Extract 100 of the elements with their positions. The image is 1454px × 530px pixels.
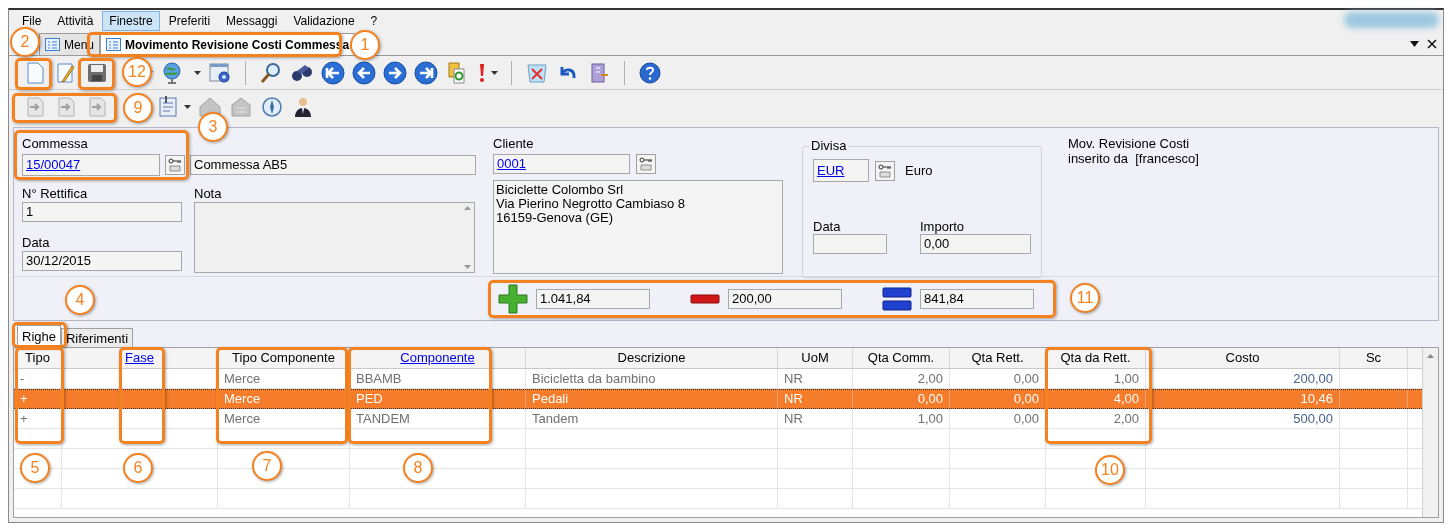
- table-cell-text: +: [20, 409, 28, 428]
- table-cell-text: NR: [784, 409, 803, 428]
- column-header[interactable]: Costo: [1146, 348, 1340, 368]
- table-cell-text: Bicicletta da bambino: [532, 369, 656, 388]
- column-header[interactable]: Sc: [1340, 348, 1408, 368]
- key-icon: [639, 157, 653, 171]
- currency-date-field[interactable]: [813, 234, 887, 254]
- description-field[interactable]: Commessa AB5: [190, 155, 476, 175]
- plus-icon: [498, 283, 528, 314]
- currency-field[interactable]: EUR: [813, 159, 869, 182]
- lookup-button[interactable]: [165, 155, 185, 175]
- total-field[interactable]: 200,00: [728, 288, 842, 309]
- key-icon: [878, 163, 892, 178]
- field-label: Commessa: [22, 136, 89, 152]
- address-line: Via Pierino Negrotto Cambiaso 8: [496, 197, 687, 211]
- previous-icon[interactable]: [352, 60, 376, 85]
- info-text: inserito da [francesco]: [1068, 151, 1199, 166]
- close-icon[interactable]: [1427, 39, 1437, 49]
- caret-icon[interactable]: [491, 70, 498, 75]
- table-cell-text: 2,00: [1113, 409, 1139, 428]
- date-field[interactable]: 30/12/2015: [22, 251, 182, 271]
- compass-icon[interactable]: [260, 95, 284, 119]
- scrollbar[interactable]: [1422, 348, 1438, 517]
- table-cell-text: 1,00: [1113, 369, 1139, 388]
- highlight-frame: [15, 58, 52, 90]
- table-cell-text: 500,00: [1293, 409, 1333, 428]
- last-record-icon[interactable]: [414, 60, 438, 85]
- table-cell-text: BBAMB: [356, 369, 402, 388]
- table-cell-text: 0,00: [1013, 409, 1039, 428]
- table-cell-text: +: [20, 390, 28, 409]
- search-icon[interactable]: [259, 60, 283, 85]
- globe-icon[interactable]: [160, 60, 184, 85]
- currency-name: Euro: [905, 161, 933, 180]
- equals-icon: [882, 285, 912, 312]
- info-text: Mov. Revisione Costi: [1068, 136, 1191, 151]
- dropdown-icon[interactable]: [1410, 41, 1419, 47]
- table-cell-text: 0,00: [1013, 369, 1039, 388]
- caret-icon[interactable]: [194, 70, 201, 75]
- tab[interactable]: Riferimenti: [60, 328, 134, 347]
- menu-item[interactable]: ?: [363, 11, 385, 31]
- scroll-down-icon[interactable]: [463, 265, 471, 269]
- commessa-field[interactable]: 15/00047: [22, 154, 160, 176]
- field-label: N° Rettifica: [22, 186, 89, 202]
- column-header[interactable]: Componente: [350, 348, 526, 368]
- table-cell-text: 4,00: [1113, 390, 1139, 409]
- address-field[interactable]: Biciclette Colombo Srl Via Pierino Negrotto Cambiaso 8 16159-Genova (GE): [493, 180, 783, 274]
- table-cell-text: NR: [784, 390, 803, 409]
- minus-icon: [690, 292, 720, 305]
- column-header[interactable]: Descrizione: [526, 348, 778, 368]
- table-cell-text: 0,00: [1013, 390, 1039, 409]
- table-cell-text: PED: [356, 390, 383, 409]
- note-field[interactable]: [194, 202, 475, 273]
- caret-icon[interactable]: [184, 105, 191, 109]
- scroll-up-icon[interactable]: [1427, 354, 1434, 358]
- menu-item[interactable]: Attività: [50, 11, 101, 31]
- next-icon[interactable]: [383, 60, 407, 85]
- table-cell-text: 0,00: [917, 390, 943, 409]
- menu-item[interactable]: Validazione: [286, 11, 362, 31]
- table-cell-text: NR: [784, 369, 803, 388]
- field-label: Data: [22, 235, 51, 251]
- key-icon: [168, 158, 182, 172]
- column-header[interactable]: Qta Comm.: [853, 348, 950, 368]
- field-label: Data: [813, 220, 842, 234]
- table-cell-text: Merce: [224, 390, 261, 409]
- table-cell-text: Pedali: [532, 390, 569, 409]
- field-label: Importo: [920, 220, 966, 234]
- address-line: Biciclette Colombo Srl: [496, 183, 625, 197]
- table-cell-text: Tandem: [532, 409, 579, 428]
- column-header[interactable]: UoM: [778, 348, 853, 368]
- table-cell-text: Merce: [224, 369, 261, 388]
- address-line: 16159-Genova (GE): [496, 211, 615, 225]
- tab[interactable]: Righe: [17, 325, 61, 347]
- help-icon[interactable]: [638, 60, 662, 85]
- first-record-icon[interactable]: [321, 60, 345, 85]
- column-header[interactable]: Tipo Componente: [218, 348, 350, 368]
- lookup-button[interactable]: [636, 154, 656, 174]
- column-header[interactable]: Qta da Rett.: [1046, 348, 1146, 368]
- menu-item[interactable]: Messaggi: [219, 11, 285, 31]
- table-cell-text: -: [20, 369, 25, 388]
- scroll-up-icon[interactable]: [463, 206, 471, 210]
- lookup-button[interactable]: [875, 160, 895, 181]
- table-cell-text: 10,46: [1300, 390, 1333, 409]
- form-icon: [45, 38, 60, 51]
- table-cell-text: TANDEM: [356, 409, 410, 428]
- column-header[interactable]: Tipo: [14, 348, 62, 368]
- column-header[interactable]: Fase: [62, 348, 218, 368]
- table-cell-text: 1,00: [917, 409, 943, 428]
- table-cell-text: 2,00: [917, 369, 943, 388]
- total-field[interactable]: 1.041,84: [536, 288, 650, 309]
- rettifica-field[interactable]: 1: [22, 202, 182, 222]
- cliente-field[interactable]: 0001: [493, 154, 630, 174]
- form-icon: [106, 38, 122, 51]
- total-field[interactable]: 841,84: [920, 288, 1034, 309]
- window-gear-icon[interactable]: [208, 60, 232, 85]
- field-label: Nota: [194, 186, 223, 202]
- menu-item[interactable]: Preferiti: [161, 11, 218, 31]
- amount-field[interactable]: 0,00: [920, 234, 1031, 254]
- menu-item[interactable]: Finestre: [102, 11, 160, 31]
- column-header[interactable]: Qta Rett.: [950, 348, 1046, 368]
- table-row[interactable]: + Merce TANDEM Tandem NR 1,00 0,00 2,00 500,00: [14, 409, 1422, 429]
